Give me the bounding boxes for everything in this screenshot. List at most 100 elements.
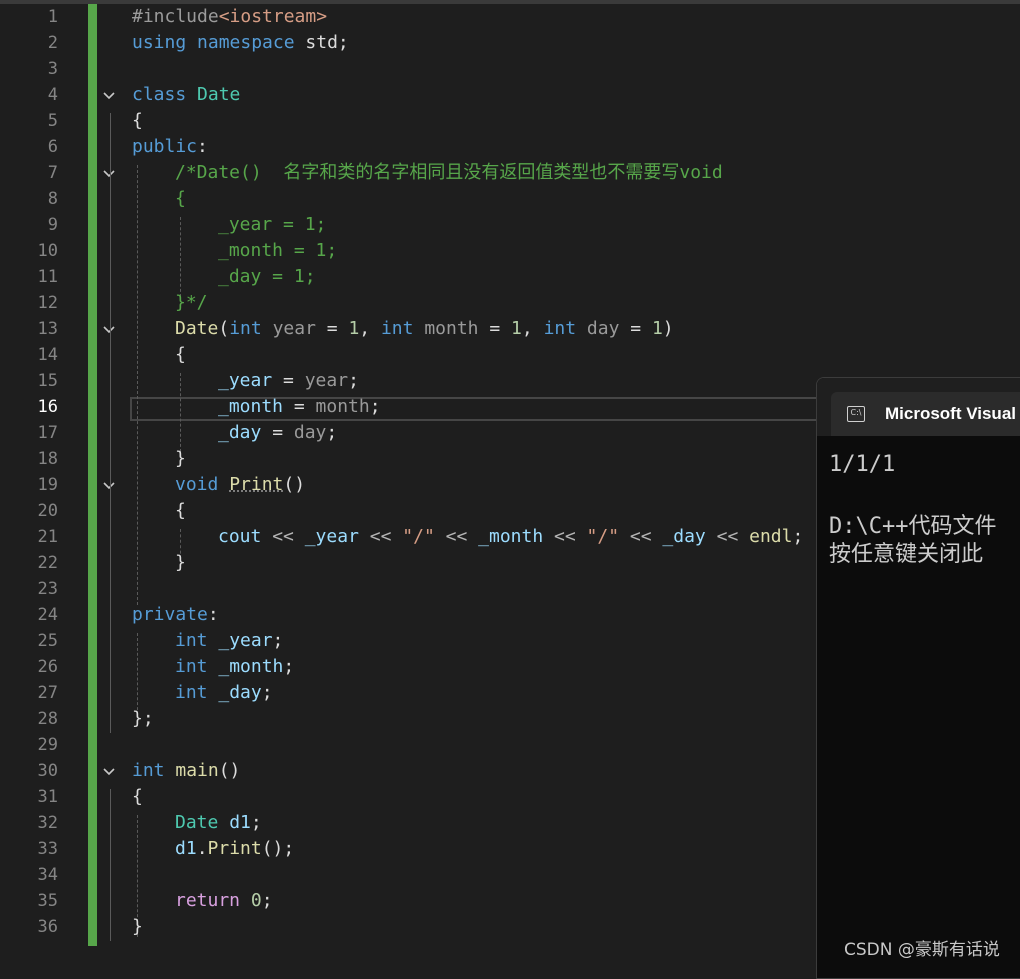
code-line-7[interactable]: /*Date() 名字和类的名字相同且没有返回值类型也不需要写void [175, 160, 723, 186]
line-number: 26 [37, 657, 58, 677]
code-line-12[interactable]: }*/ [175, 290, 208, 316]
semicolon: ; [261, 682, 273, 703]
code-line-22[interactable]: } [175, 550, 186, 576]
code-line-13[interactable]: Date(int year = 1, int month = 1, int da… [175, 316, 674, 342]
keyword: int [175, 682, 208, 703]
console-window[interactable]: C:\ Microsoft Visual 1/1/1 D:\C++代码文件 按任… [816, 377, 1020, 979]
code-line-6[interactable]: public: [132, 134, 208, 160]
semicolon: ; [272, 630, 284, 651]
number: 0 [250, 890, 262, 911]
code-line-2[interactable]: using namespace std; [132, 30, 349, 56]
console-icon: C:\ [847, 406, 865, 422]
comma: , [359, 318, 381, 339]
code-line-20[interactable]: { [175, 498, 186, 524]
operator: = [272, 370, 305, 391]
class-close: }; [132, 708, 154, 729]
brace: } [132, 916, 143, 937]
line-number: 13 [37, 319, 58, 339]
comment: { [175, 188, 186, 209]
local-variable: d1 [229, 812, 251, 833]
cout-object: cout [218, 526, 262, 547]
chevron-down-icon[interactable] [102, 478, 116, 492]
code-line-31[interactable]: { [132, 784, 143, 810]
line-number: 28 [37, 709, 58, 729]
keyword: int [380, 318, 414, 339]
parens: () [283, 474, 306, 495]
keyword: namespace [197, 32, 295, 53]
code-line-28[interactable]: }; [132, 706, 154, 732]
keyword: int [175, 656, 208, 677]
code-line-1[interactable]: #include<iostream> [132, 4, 327, 30]
code-line-11[interactable]: _day = 1; [218, 264, 316, 290]
code-line-17[interactable]: _day = day; [218, 420, 337, 446]
keyword: int [229, 318, 262, 339]
code-line-36[interactable]: } [132, 914, 143, 940]
code-line-15[interactable]: _year = year; [218, 368, 359, 394]
console-titlebar[interactable]: C:\ Microsoft Visual [817, 378, 1020, 436]
semicolon: ; [283, 838, 295, 859]
code-line-27[interactable]: int _day; [175, 680, 273, 706]
code-line-10[interactable]: _month = 1; [218, 238, 337, 264]
code-line-35[interactable]: return 0; [175, 888, 273, 914]
code-line-25[interactable]: int _year; [175, 628, 283, 654]
line-number: 5 [47, 111, 58, 131]
code-line-30[interactable]: int main() [132, 758, 240, 784]
line-number: 7 [47, 163, 58, 183]
code-line-5[interactable]: { [132, 108, 143, 134]
indent-guide [110, 503, 111, 579]
brace: { [132, 786, 143, 807]
parameter: day [293, 422, 327, 443]
number: 1 [651, 318, 663, 339]
operator: << [705, 526, 750, 547]
line-number: 8 [47, 189, 58, 209]
line-number: 19 [37, 475, 58, 495]
code-line-4[interactable]: class Date [132, 82, 240, 108]
keyword: using [132, 32, 187, 53]
chevron-down-icon[interactable] [102, 166, 116, 180]
console-tab[interactable]: C:\ Microsoft Visual [831, 392, 1020, 436]
line-number: 3 [47, 59, 58, 79]
operator: = [478, 318, 512, 339]
code-line-26[interactable]: int _month; [175, 654, 294, 680]
code-line-19[interactable]: void Print() [175, 472, 305, 498]
console-title: Microsoft Visual [885, 404, 1016, 423]
code-line-24[interactable]: private: [132, 602, 219, 628]
function-name: Print [229, 474, 284, 495]
code-line-9[interactable]: _year = 1; [218, 212, 326, 238]
code-line-18[interactable]: } [175, 446, 186, 472]
semicolon: ; [283, 656, 295, 677]
line-number: 14 [37, 345, 58, 365]
line-number: 10 [37, 241, 58, 261]
operator: << [358, 526, 403, 547]
paren: ) [662, 318, 674, 339]
chevron-down-icon[interactable] [102, 764, 116, 778]
operator: = [261, 422, 294, 443]
chevron-down-icon[interactable] [102, 88, 116, 102]
line-number: 1 [47, 7, 58, 27]
code-line-33[interactable]: d1.Print(); [175, 836, 294, 862]
code-line-32[interactable]: Date d1; [175, 810, 262, 836]
keyword: void [175, 474, 219, 495]
line-number: 31 [37, 787, 58, 807]
comment: /*Date() 名字和类的名字相同且没有返回值类型也不需要写void [175, 162, 723, 183]
keyword: class [132, 84, 187, 105]
code-line-16[interactable]: _month = month; [218, 394, 381, 420]
semicolon: ; [792, 526, 804, 547]
chevron-down-icon[interactable] [102, 322, 116, 336]
semicolon: ; [250, 812, 262, 833]
code-line-8[interactable]: { [175, 186, 186, 212]
code-line-21[interactable]: cout << _year << "/" << _month << "/" <<… [218, 524, 803, 550]
paren: ( [218, 318, 230, 339]
function-name: main [175, 760, 219, 781]
parameter: month [315, 396, 370, 417]
brace: { [175, 500, 186, 521]
member-variable: _month [218, 656, 284, 677]
comment: _day = 1; [218, 266, 316, 287]
parameter: month [424, 318, 479, 339]
console-output-line: 1/1/1 [829, 452, 896, 477]
member-variable: _month [218, 396, 284, 417]
endl-manipulator: endl [749, 526, 793, 547]
code-line-14[interactable]: { [175, 342, 186, 368]
preprocessor-directive: #include [132, 6, 219, 27]
operator: = [315, 318, 349, 339]
